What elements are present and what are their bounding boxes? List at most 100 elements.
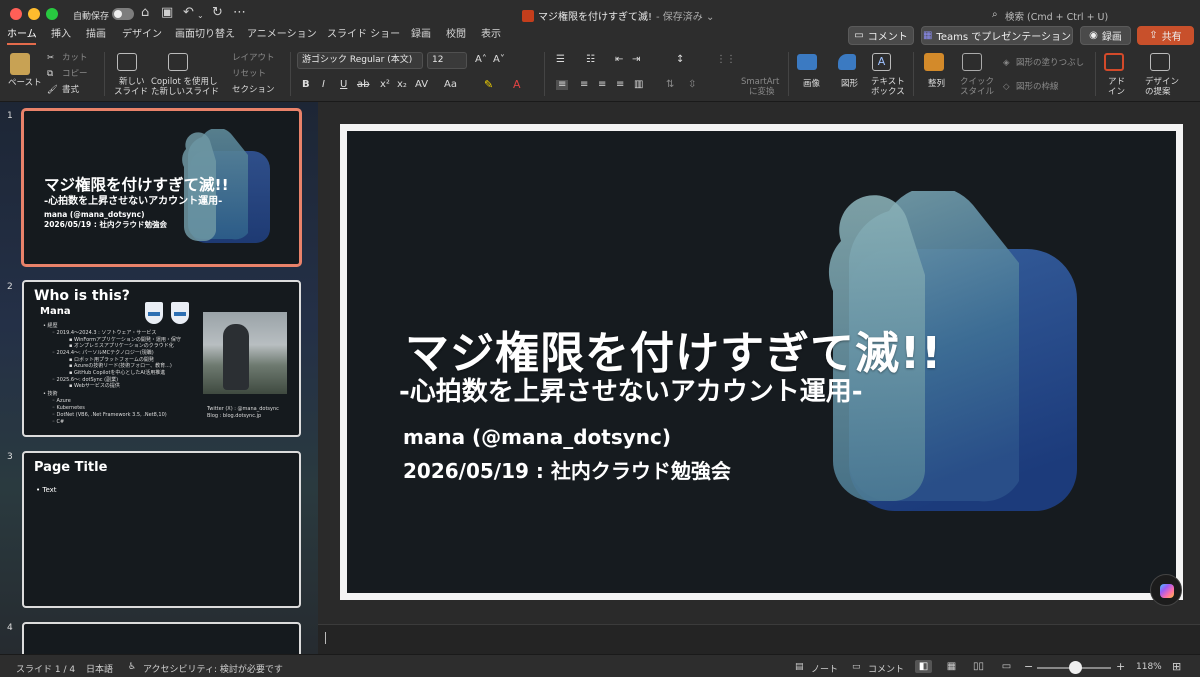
format-painter-icon[interactable]: 🖌	[47, 85, 58, 95]
arrange-icon[interactable]	[924, 53, 944, 71]
shape-outline-icon[interactable]: ◇	[1003, 82, 1010, 92]
outdent-icon[interactable]: ⇥	[632, 55, 640, 65]
strikethrough-button[interactable]: ab	[357, 80, 369, 90]
addin-icon[interactable]	[1104, 53, 1124, 71]
align-center-icon[interactable]: ≡	[580, 80, 588, 90]
reset-button[interactable]: リセット	[232, 69, 266, 79]
designer-icon[interactable]	[1150, 53, 1170, 71]
zoom-slider-thumb[interactable]	[1069, 661, 1082, 674]
copilot-icon[interactable]	[1150, 574, 1182, 606]
slide-thumbnail-3[interactable]: Page Title • Text	[22, 451, 301, 608]
font-name-select[interactable]: 游ゴシック Regular (本文)	[297, 52, 423, 69]
subscript-button[interactable]: x₂	[397, 80, 407, 90]
teams-present-button[interactable]: ▦ Teams でプレゼンテーション	[921, 26, 1073, 45]
copilot-slide-label-2[interactable]: た新しいスライド	[151, 87, 219, 97]
shape-outline-label[interactable]: 図形の枠線	[1016, 82, 1059, 92]
image-label[interactable]: 画像	[803, 79, 820, 89]
tab-record[interactable]: 録画	[411, 28, 431, 42]
tab-insert[interactable]: 挿入	[51, 28, 71, 42]
align-text-icon[interactable]: ⇳	[688, 80, 696, 90]
shape-label[interactable]: 図形	[841, 79, 858, 89]
zoom-level[interactable]: 118%	[1136, 662, 1162, 672]
change-case-button[interactable]: Aa	[444, 80, 457, 90]
new-slide-label-2[interactable]: スライド	[114, 87, 148, 97]
tab-animations[interactable]: アニメーション	[247, 28, 317, 42]
tab-home[interactable]: ホーム	[7, 28, 37, 42]
slide-thumbnail-2[interactable]: Who is this? Mana • 経歴 ◦ 2019.4～2024.3 :…	[22, 280, 301, 437]
bold-button[interactable]: B	[302, 80, 310, 90]
copy-icon[interactable]: ⧉	[47, 69, 53, 79]
align-left-icon[interactable]: ≡	[556, 80, 569, 90]
align-right-icon[interactable]: ≡	[598, 80, 606, 90]
autosave-toggle[interactable]	[112, 8, 134, 20]
document-title[interactable]: マジ権限を付けすぎて滅! - 保存済み ⌄	[522, 8, 714, 23]
tab-slideshow[interactable]: スライド ショー	[327, 28, 400, 42]
shape-fill-label[interactable]: 図形の塗りつぶし	[1016, 58, 1084, 68]
tab-review[interactable]: 校閲	[446, 28, 466, 42]
zoom-out-icon[interactable]: −	[1024, 660, 1033, 673]
increase-font-icon[interactable]: A˄	[475, 55, 487, 65]
accessibility-icon[interactable]: ♿	[128, 662, 136, 672]
slideshow-view-button[interactable]: ▭	[998, 660, 1015, 673]
columns-dropdown-icon[interactable]: ⋮⋮	[716, 55, 736, 65]
image-icon[interactable]	[797, 54, 817, 70]
smartart-label-1[interactable]: SmartArt	[741, 77, 779, 87]
textbox-label-2[interactable]: ボックス	[871, 87, 905, 97]
normal-view-button[interactable]: ◧	[915, 660, 932, 673]
format-painter-label[interactable]: 書式	[62, 85, 79, 95]
slide-subtitle[interactable]: -心拍数を上昇させないアカウント運用-	[399, 371, 863, 408]
addin-label-2[interactable]: イン	[1108, 87, 1125, 97]
cut-icon[interactable]: ✂	[47, 53, 54, 63]
comments-button[interactable]: コメント	[868, 662, 904, 675]
decrease-font-icon[interactable]: A˅	[493, 55, 505, 65]
layout-button[interactable]: レイアウト	[232, 53, 275, 63]
language-indicator[interactable]: 日本語	[86, 662, 113, 675]
section-button[interactable]: セクション	[232, 85, 275, 95]
textbox-icon[interactable]: A	[872, 53, 891, 71]
comments-icon[interactable]: ▭	[852, 662, 861, 672]
font-color-icon[interactable]: A	[513, 79, 521, 90]
tab-view[interactable]: 表示	[481, 28, 501, 42]
tab-design[interactable]: デザイン	[122, 28, 162, 42]
new-slide-label-1[interactable]: 新しい	[119, 77, 145, 87]
shape-icon[interactable]	[838, 54, 856, 70]
addin-label-1[interactable]: アド	[1108, 77, 1125, 87]
numbering-icon[interactable]: ☷	[586, 55, 595, 65]
tab-draw[interactable]: 描画	[86, 28, 106, 42]
highlight-icon[interactable]: ✎	[484, 79, 493, 90]
more-icon[interactable]: ⋯	[233, 6, 246, 20]
share-button[interactable]: ⇪ 共有	[1137, 26, 1194, 45]
justify-icon[interactable]: ≡	[616, 80, 624, 90]
italic-button[interactable]: I	[322, 80, 325, 90]
line-spacing-icon[interactable]: ↕	[676, 55, 684, 65]
notes-pane[interactable]	[318, 624, 1200, 654]
underline-button[interactable]: U	[340, 80, 347, 90]
notes-button[interactable]: ノート	[811, 662, 838, 675]
designer-label-2[interactable]: の提案	[1145, 87, 1171, 97]
columns-icon[interactable]: ▥	[634, 80, 643, 90]
fit-to-window-icon[interactable]: ⊞	[1172, 660, 1181, 673]
zoom-in-icon[interactable]: +	[1116, 660, 1125, 673]
redo-icon[interactable]: ↻	[212, 6, 223, 20]
slide-thumbnail-1[interactable]: マジ権限を付けすぎて滅!! -心拍数を上昇させないアカウント運用- mana (…	[22, 109, 301, 266]
undo-dropdown-icon[interactable]: ⌄	[197, 9, 204, 23]
smartart-label-2[interactable]: に変換	[749, 87, 775, 97]
font-size-select[interactable]: 12	[427, 52, 467, 69]
indent-icon[interactable]: ⇤	[615, 55, 623, 65]
notes-icon[interactable]: ▤	[795, 662, 804, 672]
comment-button[interactable]: ▭ コメント	[848, 26, 914, 45]
paste-label[interactable]: ペースト	[8, 78, 42, 88]
new-slide-icon[interactable]	[117, 53, 137, 71]
paste-icon[interactable]	[10, 53, 30, 75]
quick-style-label-2[interactable]: スタイル	[960, 87, 994, 97]
superscript-button[interactable]: x²	[380, 80, 390, 90]
copilot-slide-label-1[interactable]: Copilot を使用し	[151, 77, 218, 87]
char-spacing-button[interactable]: AV	[415, 80, 428, 90]
minimize-window-button[interactable]	[28, 8, 40, 20]
accessibility-status[interactable]: アクセシビリティ: 検討が必要です	[143, 662, 283, 675]
quick-style-label-1[interactable]: クイック	[960, 77, 994, 87]
bullets-icon[interactable]: ☰	[556, 55, 565, 65]
home-icon[interactable]: ⌂	[141, 6, 149, 20]
designer-label-1[interactable]: デザイン	[1145, 77, 1179, 87]
slide-event[interactable]: 2026/05/19 : 社内クラウド勉強会	[403, 455, 731, 484]
